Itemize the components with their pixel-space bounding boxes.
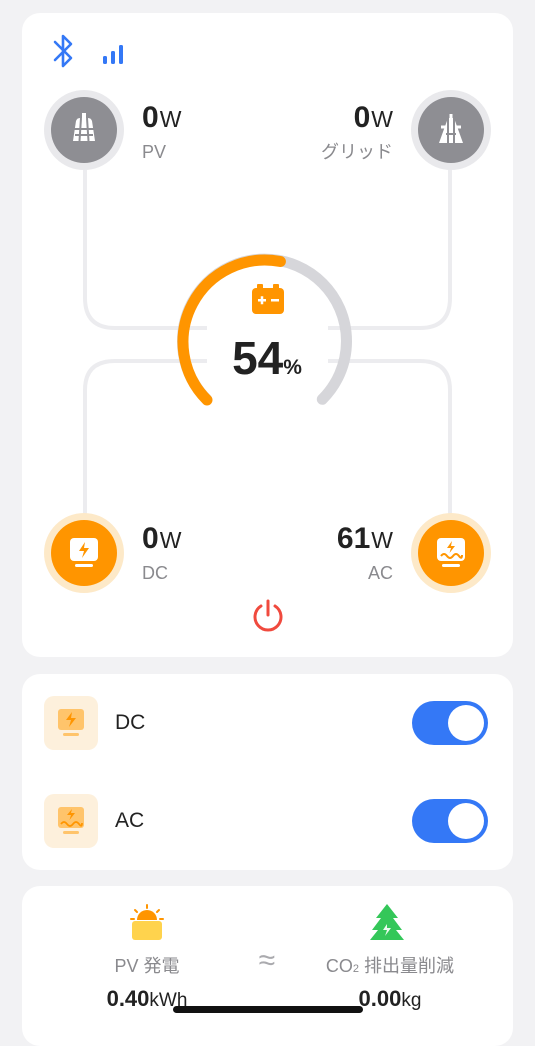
grid-label: グリッド xyxy=(321,142,393,162)
co2-reduction-label: CO2 排出量削減 xyxy=(325,956,455,976)
pv-node[interactable] xyxy=(44,90,124,170)
power-tower-icon xyxy=(439,114,463,143)
ac-node[interactable] xyxy=(411,513,491,593)
stats-card: PV 発電 0.40kWh ≈ CO2 排出量削減 0.00kg xyxy=(22,886,513,1046)
solar-panel-icon xyxy=(73,113,95,142)
ac-output-icon xyxy=(437,538,465,567)
dc-node[interactable] xyxy=(44,513,124,593)
power-button[interactable] xyxy=(250,598,286,634)
output-toggles-card: DC AC xyxy=(22,674,513,870)
home-indicator[interactable] xyxy=(173,1006,363,1013)
ac-toggle[interactable] xyxy=(412,799,488,843)
ac-row-icon xyxy=(44,794,98,848)
sun-panel-icon xyxy=(130,904,164,940)
pv-generation-label: PV 発電 xyxy=(114,956,180,976)
pv-label: PV xyxy=(142,142,167,162)
dc-label: DC xyxy=(142,563,168,583)
ac-power-value: 61W xyxy=(336,522,393,555)
ac-row-label: AC xyxy=(115,809,145,832)
battery-percent: 54% xyxy=(232,332,302,384)
ac-label: AC xyxy=(367,563,393,583)
dc-output-icon xyxy=(70,538,98,567)
dc-power-value: 0W xyxy=(142,522,182,555)
power-flow-card: 54% 0W PV 0W グリッド 0W DC 61W AC xyxy=(22,13,513,657)
tree-icon xyxy=(370,904,404,940)
pv-power-value: 0W xyxy=(142,101,182,134)
grid-node[interactable] xyxy=(411,90,491,170)
grid-power-value: 0W xyxy=(353,101,393,134)
dc-toggle[interactable] xyxy=(412,701,488,745)
battery-icon xyxy=(252,284,284,314)
approx-symbol: ≈ xyxy=(258,944,276,977)
dc-row-icon xyxy=(44,696,98,750)
dc-row-label: DC xyxy=(115,711,146,734)
